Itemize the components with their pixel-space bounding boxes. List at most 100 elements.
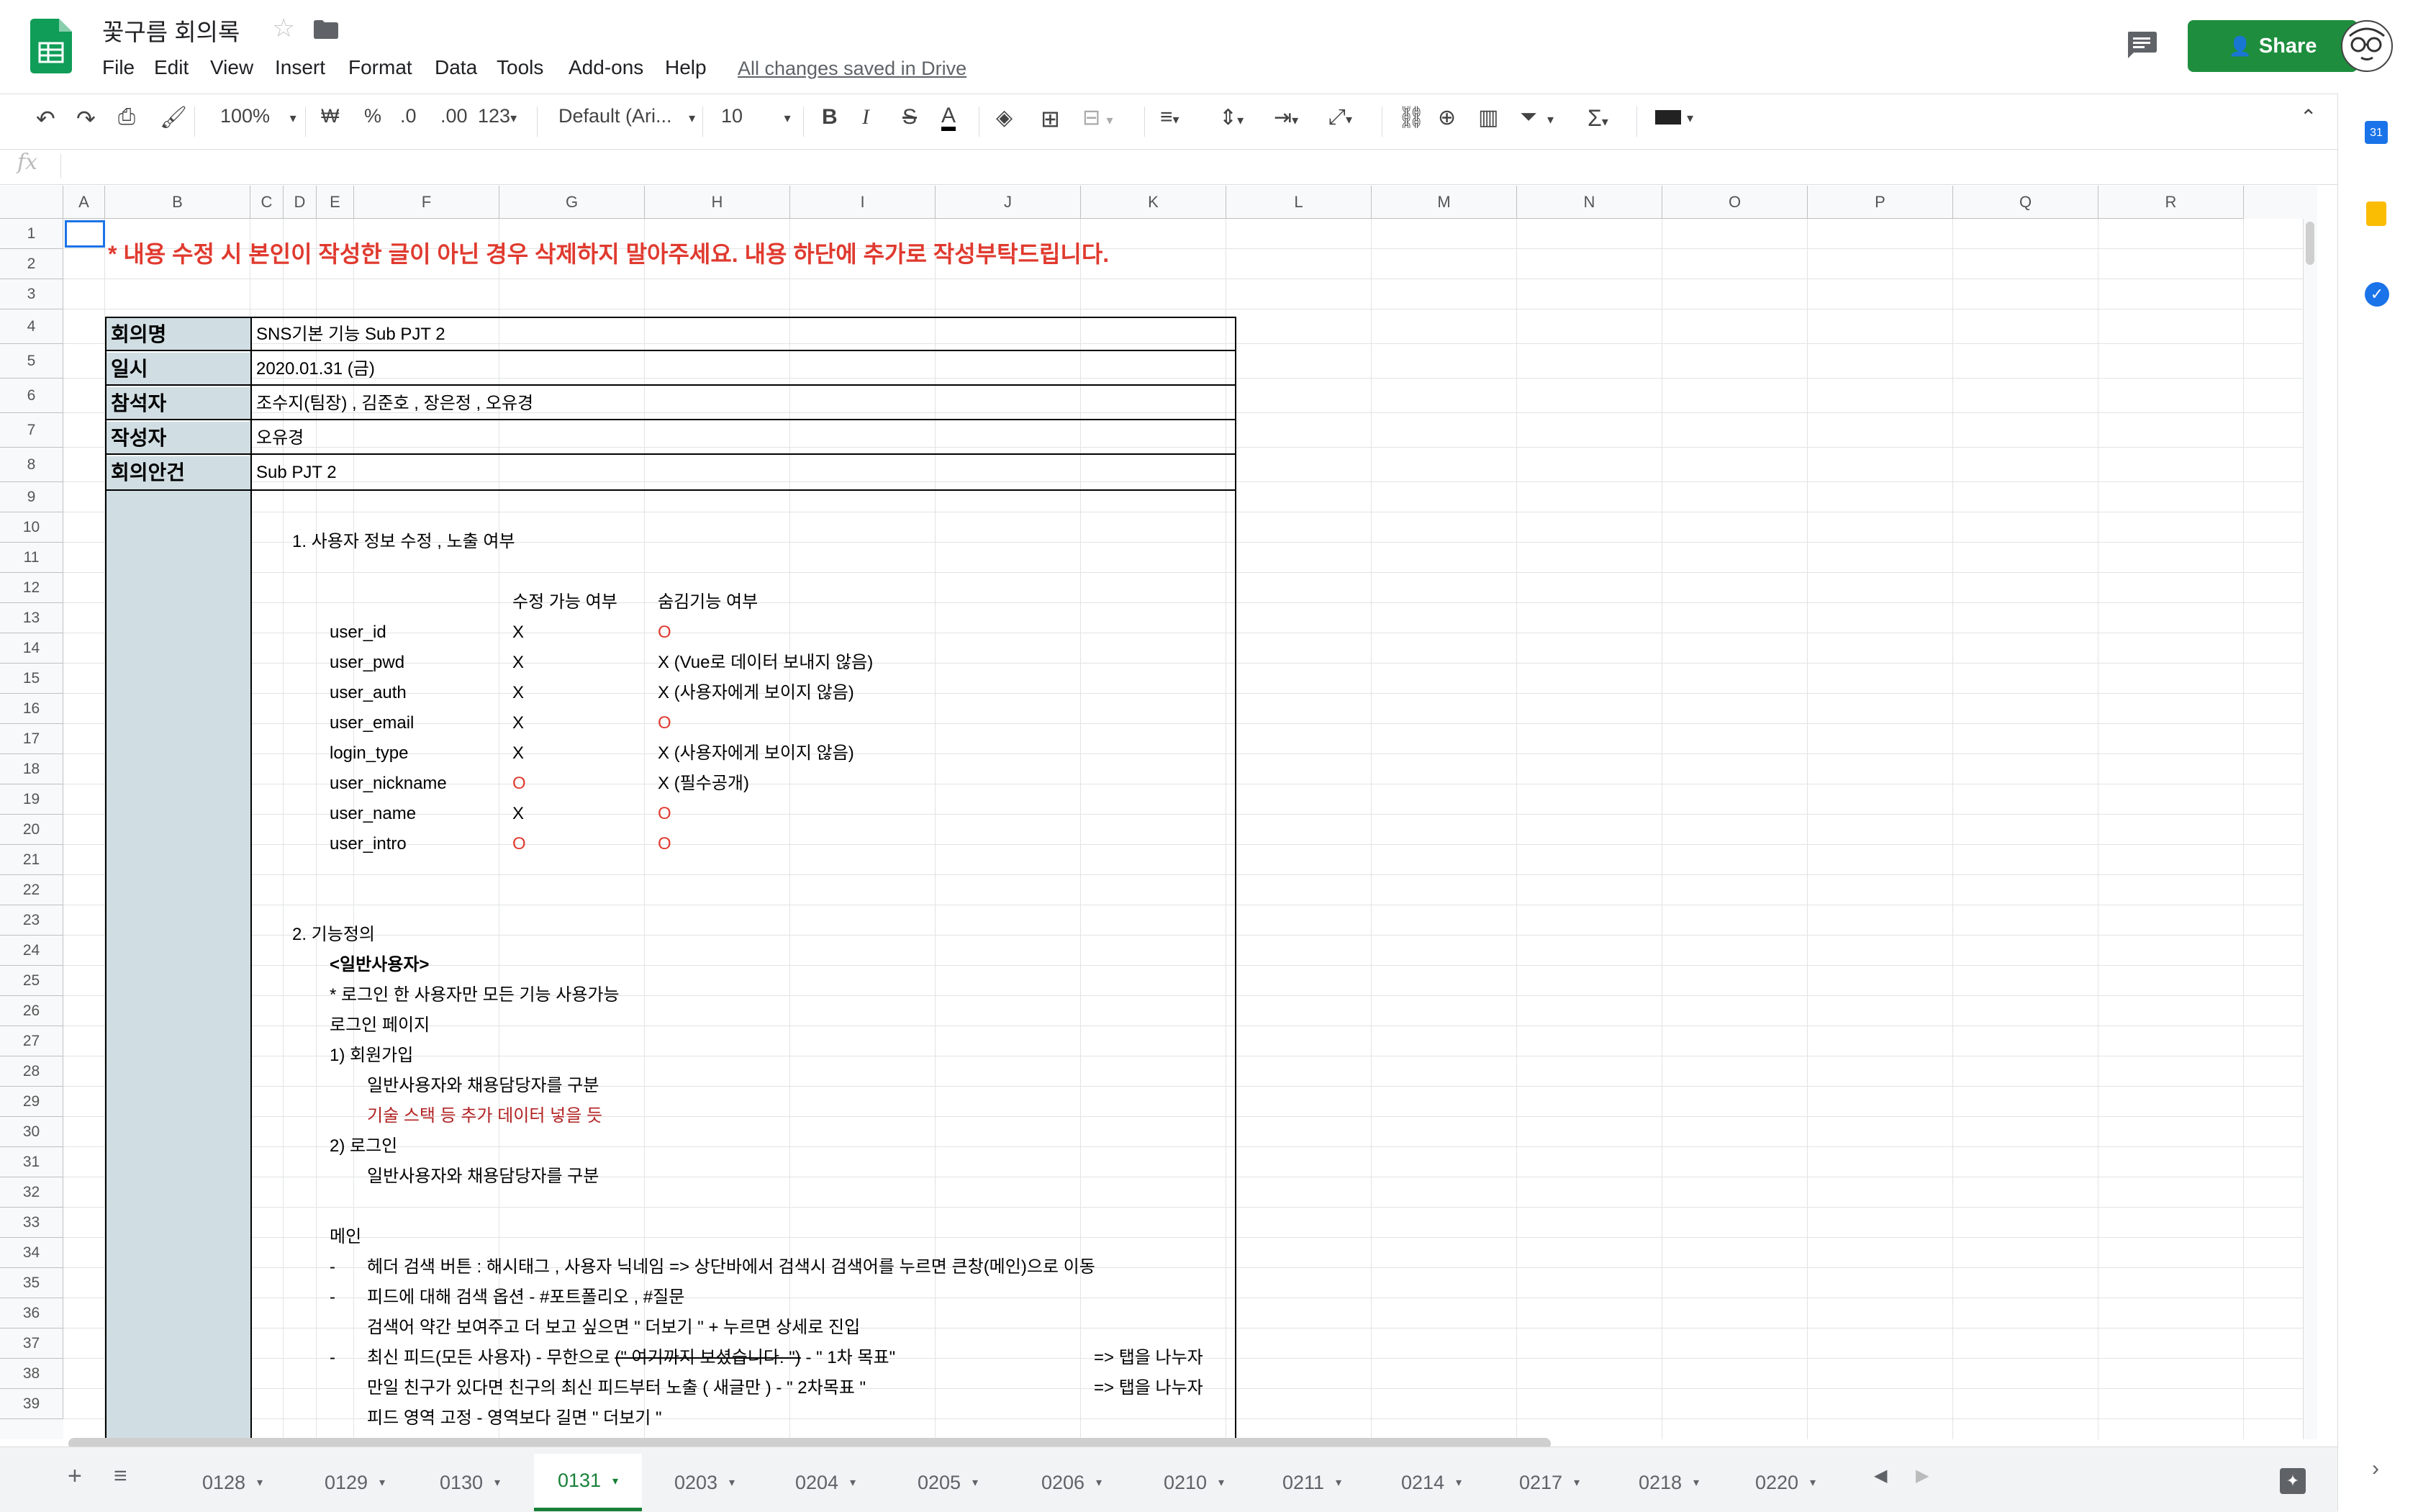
row-header-3[interactable]: 3 [0,279,63,309]
sheet-tab-0130[interactable]: 0130 ▾ [416,1454,524,1511]
main-item-1[interactable]: 헤더 검색 버튼 : 해시태그 , 사용자 닉네임 => 상단바에서 검색시 검… [367,1252,1095,1282]
row-header-11[interactable]: 11 [0,543,63,573]
row-header-12[interactable]: 12 [0,573,63,603]
main-item-2[interactable]: 피드에 대해 검색 옵션 - #포트폴리오 , #질문 [367,1282,684,1313]
row39-text[interactable]: 피드 영역 고정 - 영역보다 길면 " 더보기 " [367,1403,662,1434]
star-icon[interactable]: ☆ [272,13,295,43]
row-header-37[interactable]: 37 [0,1328,63,1359]
vertical-align-icon[interactable]: ⇕▾ [1219,105,1244,130]
row-header-14[interactable]: 14 [0,633,63,664]
login-page[interactable]: 로그인 페이지 [330,1010,430,1041]
sheet-tab-0217[interactable]: 0217 ▾ [1495,1454,1603,1511]
section-1-heading[interactable]: 1. 사용자 정보 수정 , 노출 여부 [292,527,515,557]
field-name[interactable]: user_auth [330,678,407,708]
explore-icon[interactable]: ✦ [2280,1468,2306,1494]
row-header-26[interactable]: 26 [0,996,63,1026]
row-header-39[interactable]: 39 [0,1389,63,1419]
text-color-button[interactable]: A [941,105,956,131]
tasks-icon[interactable]: ✓ [2365,282,2389,307]
font-size-select[interactable]: 10 ▾ [721,105,791,127]
sheet-tab-0204[interactable]: 0204 ▾ [771,1454,879,1511]
field-hidden[interactable]: X (Vue로 데이터 보내지 않음) [658,648,873,678]
field-editable[interactable]: O [512,769,526,799]
expand-panel-icon[interactable]: › [2372,1457,2379,1481]
field-hidden[interactable]: O [658,799,671,829]
row-header-16[interactable]: 16 [0,694,63,724]
row-header-8[interactable]: 8 [0,448,63,482]
row38-text[interactable]: 만일 친구가 있다면 친구의 최신 피드부터 노출 ( 새글만 ) - " 2차… [367,1373,866,1403]
field-hidden[interactable]: X (사용자에게 보이지 않음) [658,738,854,769]
row-header-9[interactable]: 9 [0,482,63,512]
column-header-a[interactable]: A [63,186,105,219]
field-editable[interactable]: X [512,799,524,829]
field-editable[interactable]: X [512,648,524,678]
sheet-tab-0206[interactable]: 0206 ▾ [1018,1454,1126,1511]
all-sheets-icon[interactable]: ≡ [114,1462,127,1489]
row-header-31[interactable]: 31 [0,1147,63,1177]
link-icon[interactable]: ⛓ [1398,105,1425,130]
percent-format-button[interactable]: % [364,105,381,127]
collapse-toolbar-icon[interactable]: ⌃ [2300,105,2317,129]
row-header-33[interactable]: 33 [0,1208,63,1238]
save-status[interactable]: All changes saved in Drive [738,58,966,80]
italic-button[interactable]: I [862,105,869,130]
login-heading[interactable]: 2) 로그인 [330,1131,397,1162]
folder-icon[interactable] [314,20,338,39]
field-name[interactable]: login_type [330,738,408,769]
column-header-n[interactable]: N [1517,186,1662,219]
add-sheet-icon[interactable]: + [68,1462,82,1490]
sheet-tab-0214[interactable]: 0214 ▾ [1377,1454,1485,1511]
login-detail[interactable]: 일반사용자와 채용담당자를 구분 [367,1162,599,1192]
document-title[interactable]: 꽃구름 회의록 [102,13,240,47]
column-header-i[interactable]: I [790,186,936,219]
row-header-15[interactable]: 15 [0,664,63,694]
menu-format[interactable]: Format [348,56,412,79]
column-header-h[interactable]: H [645,186,790,219]
row-header-29[interactable]: 29 [0,1087,63,1117]
column-header-p[interactable]: P [1808,186,1953,219]
row-header-23[interactable]: 23 [0,905,63,936]
align-left-icon[interactable]: ≡▾ [1160,105,1179,130]
sheet-tab-0220[interactable]: 0220 ▾ [1731,1454,1839,1511]
field-name[interactable]: user_email [330,708,414,738]
field-editable[interactable]: X [512,617,524,648]
row-header-25[interactable]: 25 [0,966,63,996]
signup-heading[interactable]: 1) 회원가입 [330,1041,413,1071]
field-hidden[interactable]: O [658,708,671,738]
insert-chart-icon[interactable]: ▥ [1478,105,1498,130]
row38-tab-note[interactable]: => 탭을 나누자 [1094,1373,1203,1403]
row-header-10[interactable]: 10 [0,512,63,543]
field-name[interactable]: user_nickname [330,769,447,799]
field-hidden[interactable]: O [658,829,671,859]
strikethrough-button[interactable]: S [902,105,917,130]
calendar-icon[interactable]: 31 [2365,121,2388,144]
sheet-tab-0218[interactable]: 0218 ▾ [1615,1454,1723,1511]
column-header-l[interactable]: L [1226,186,1372,219]
row-header-35[interactable]: 35 [0,1268,63,1298]
scroll-tabs-right-icon[interactable]: ▶ [1916,1465,1929,1486]
column-header-f[interactable]: F [354,186,499,219]
formula-bar[interactable] [0,148,2337,185]
row-header-22[interactable]: 22 [0,875,63,905]
menu-edit[interactable]: Edit [154,56,189,79]
redo-icon[interactable]: ↷ [76,105,96,132]
row-header-17[interactable]: 17 [0,724,63,754]
row-header-36[interactable]: 36 [0,1298,63,1328]
paint-format-icon[interactable]: 🖌 [160,105,187,130]
field-hidden[interactable]: O [658,617,671,648]
row-header-20[interactable]: 20 [0,815,63,845]
menu-tools[interactable]: Tools [497,56,543,79]
row-header-24[interactable]: 24 [0,936,63,966]
vertical-scroll-thumb[interactable] [2306,222,2314,265]
column-header-k[interactable]: K [1081,186,1226,219]
field-name[interactable]: user_id [330,617,386,648]
header-hidden[interactable]: 숨김기능 여부 [658,587,758,617]
field-name[interactable]: user_intro [330,829,407,859]
row-header-1[interactable]: 1 [0,219,63,249]
input-tools-icon[interactable]: ▾ [1655,105,1693,127]
column-header-o[interactable]: O [1662,186,1808,219]
column-header-g[interactable]: G [499,186,645,219]
main-item-3[interactable]: 검색어 약간 보여주고 더 보고 싶으면 " 더보기 " + 누르면 상세로 진… [367,1313,860,1343]
row-header-5[interactable]: 5 [0,344,63,379]
field-hidden[interactable]: X (필수공개) [658,769,749,799]
